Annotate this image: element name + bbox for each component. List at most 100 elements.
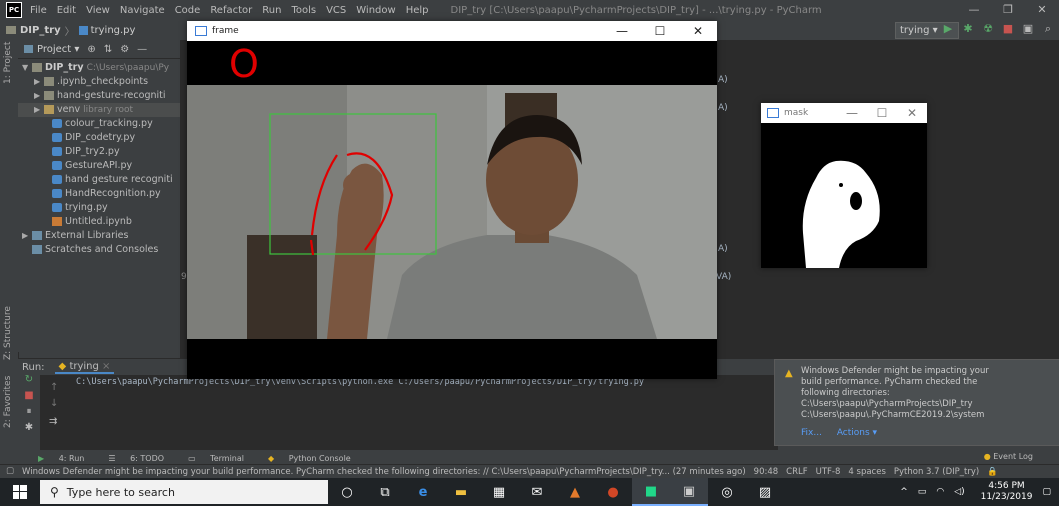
search-icon[interactable]: ⌕ (1041, 22, 1055, 36)
scroll-down-icon[interactable]: ↓ (50, 398, 58, 409)
breadcrumb-project[interactable]: DIP_try (20, 25, 61, 36)
menu-edit[interactable]: Edit (57, 5, 76, 16)
hide-icon[interactable]: — (137, 44, 147, 55)
close-button[interactable]: ✕ (897, 103, 927, 123)
photos-icon[interactable]: ▨ (746, 478, 784, 506)
menu-tools[interactable]: Tools (291, 5, 316, 16)
stop-icon[interactable]: ■ (18, 390, 40, 406)
tree-item[interactable]: ▶ External Libraries (18, 229, 180, 243)
file-explorer-icon[interactable]: ▬ (442, 478, 480, 506)
edge-icon[interactable]: e (404, 478, 442, 506)
tree-item[interactable]: trying.py (18, 201, 180, 215)
wifi-icon[interactable]: ◠ (936, 487, 944, 497)
pycharm-taskbar-icon[interactable]: ■ (632, 478, 670, 506)
pin-icon[interactable]: ✱ (18, 422, 40, 438)
close-button[interactable]: ✕ (679, 21, 717, 41)
tree-item[interactable]: ▶ .ipynb_checkpoints (18, 75, 180, 89)
maximize-button[interactable]: ❐ (991, 0, 1025, 20)
close-icon[interactable]: × (102, 361, 110, 372)
start-button[interactable] (0, 478, 40, 506)
menu-code[interactable]: Code (175, 5, 201, 16)
window-icon (767, 108, 779, 118)
powerpoint-icon[interactable]: ● (594, 478, 632, 506)
coverage-icon[interactable]: ☢ (981, 22, 995, 36)
editor-scrollbar[interactable] (1050, 40, 1059, 358)
tree-item[interactable]: hand gesture recogniti (18, 173, 180, 187)
menu-run[interactable]: Run (262, 5, 281, 16)
frame-titlebar[interactable]: frame — ☐ ✕ (187, 21, 717, 41)
status-message[interactable]: Windows Defender might be impacting your… (22, 467, 746, 477)
tree-root[interactable]: ▼ DIP_try C:\Users\paapu\Py (18, 61, 180, 75)
menu-refactor[interactable]: Refactor (210, 5, 252, 16)
store-icon[interactable]: ▦ (480, 478, 518, 506)
cortana-icon[interactable]: ○ (328, 478, 366, 506)
breadcrumb-file[interactable]: trying.py (91, 25, 136, 36)
tree-item[interactable]: colour_tracking.py (18, 117, 180, 131)
close-button[interactable]: ✕ (1025, 0, 1059, 20)
maximize-button[interactable]: ☐ (867, 103, 897, 123)
mask-titlebar[interactable]: mask — ☐ ✕ (761, 103, 927, 123)
task-view-icon[interactable]: ⧉ (366, 478, 404, 506)
menu-file[interactable]: File (30, 5, 47, 16)
line-separator[interactable]: CRLF (786, 467, 807, 477)
clock[interactable]: 4:56 PM 11/23/2019 (981, 481, 1033, 503)
tab-run[interactable]: ▶ 4: Run (26, 454, 84, 463)
tab-todo[interactable]: ☰ 6: TODO (96, 454, 164, 463)
python-interpreter[interactable]: Python 3.7 (DIP_try) (894, 467, 979, 477)
structure-tool-tab[interactable]: Z: Structure (3, 306, 13, 360)
indent-setting[interactable]: 4 spaces (848, 467, 885, 477)
menu-vcs[interactable]: VCS (326, 5, 346, 16)
taskbar-search[interactable]: ⚲ Type here to search (40, 480, 328, 504)
collapse-icon[interactable]: ⇅ (104, 44, 112, 55)
event-log-tab[interactable]: ● Event Log (984, 452, 1033, 461)
chevron-up-icon[interactable]: ^ (900, 487, 908, 497)
minimize-button[interactable]: — (957, 0, 991, 20)
python-file-icon (52, 133, 62, 142)
tree-item[interactable]: ▶ venv library root (18, 103, 180, 117)
volume-icon[interactable]: ◁) (954, 487, 964, 497)
menu-help[interactable]: Help (406, 5, 429, 16)
matlab-icon[interactable]: ▲ (556, 478, 594, 506)
battery-icon[interactable]: ▭ (918, 487, 927, 497)
run-tab-trying[interactable]: ◆ trying × (54, 361, 115, 374)
menu-window[interactable]: Window (356, 5, 395, 16)
run-icon[interactable]: ▶ (941, 22, 955, 36)
file-encoding[interactable]: UTF-8 (816, 467, 841, 477)
debug-icon[interactable]: ✱ (961, 22, 975, 36)
fix-link[interactable]: Fix... (801, 428, 822, 438)
search-placeholder: Type here to search (66, 485, 175, 499)
minimize-button[interactable]: — (837, 103, 867, 123)
project-tool-tab[interactable]: 1: Project (3, 42, 13, 84)
tab-terminal[interactable]: ▭ Terminal (176, 454, 244, 463)
tree-item[interactable]: HandRecognition.py (18, 187, 180, 201)
mail-icon[interactable]: ✉ (518, 478, 556, 506)
pause-icon[interactable]: ⏸ (18, 406, 40, 422)
rerun-icon[interactable]: ↻ (18, 374, 40, 390)
locate-icon[interactable]: ⊕ (87, 44, 95, 55)
tree-item[interactable]: Untitled.ipynb (18, 215, 180, 229)
tree-item[interactable]: ▶ hand-gesture-recogniti (18, 89, 180, 103)
stop-icon[interactable]: ■ (1001, 22, 1015, 36)
maximize-button[interactable]: ☐ (641, 21, 679, 41)
app-icon[interactable]: ◎ (708, 478, 746, 506)
menu-view[interactable]: View (86, 5, 110, 16)
actions-link[interactable]: Actions ▾ (837, 428, 877, 438)
favorites-tool-tab[interactable]: 2: Favorites (3, 376, 13, 428)
gear-icon[interactable]: ⚙ (120, 44, 129, 55)
minimize-button[interactable]: — (603, 21, 641, 41)
tree-item[interactable]: Scratches and Consoles (18, 243, 180, 257)
status-toggle-icon[interactable]: ▢ (6, 466, 14, 476)
tab-python-console[interactable]: ◆ Python Console (256, 454, 351, 463)
tree-item[interactable]: DIP_try2.py (18, 145, 180, 159)
python-window-icon[interactable]: ▣ (670, 478, 708, 506)
wrap-icon[interactable]: ⇉ (49, 416, 57, 427)
layout-icon[interactable]: ▣ (1021, 22, 1035, 36)
menu-navigate[interactable]: Navigate (120, 5, 165, 16)
caret-position[interactable]: 90:48 (754, 467, 779, 477)
scroll-up-icon[interactable]: ↑ (50, 382, 58, 393)
tree-item[interactable]: DIP_codetry.py (18, 131, 180, 145)
project-view-select[interactable]: Project ▾ (37, 44, 79, 55)
lock-icon[interactable]: 🔒 (987, 467, 998, 477)
tree-item[interactable]: GestureAPI.py (18, 159, 180, 173)
notifications-icon[interactable]: ▢ (1042, 487, 1051, 497)
